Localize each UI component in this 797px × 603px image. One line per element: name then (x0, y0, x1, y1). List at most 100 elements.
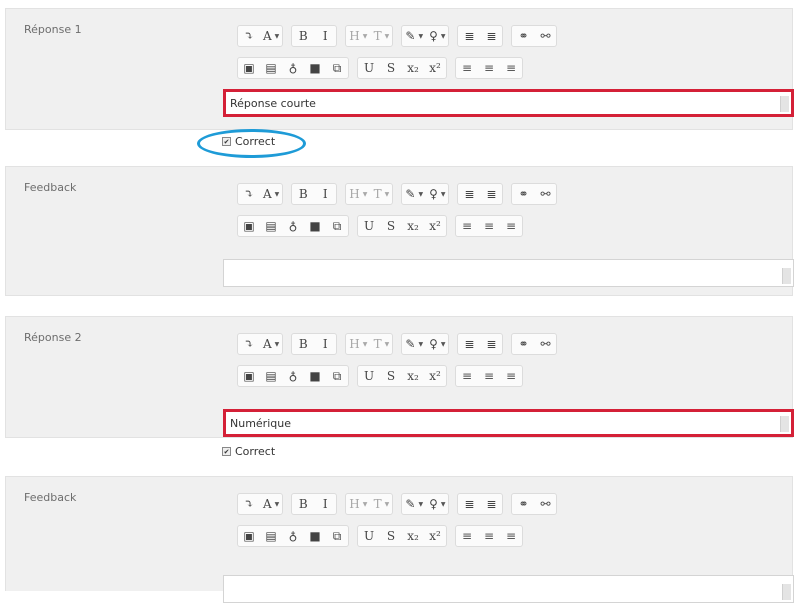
unlink-icon[interactable]: ⚯ (534, 334, 556, 354)
text-style-icon[interactable]: T ▼ (370, 494, 392, 514)
align-right-icon[interactable]: ≡ (500, 366, 522, 386)
heading-icon[interactable]: H ▼ (346, 494, 370, 514)
link-icon[interactable]: ⚭ (512, 494, 534, 514)
text-color-icon[interactable]: ✎ ▼ (402, 494, 426, 514)
media-icon[interactable]: ▤ (260, 366, 282, 386)
align-center-icon[interactable]: ≡ (478, 216, 500, 236)
underline-button[interactable]: U (358, 526, 380, 546)
background-color-icon[interactable]: ♀ ▼ (426, 494, 448, 514)
feedback2-content[interactable] (223, 575, 794, 603)
video-icon[interactable]: ■ (304, 216, 326, 236)
superscript-button[interactable]: x² (424, 366, 446, 386)
link-icon[interactable]: ⚭ (512, 334, 534, 354)
image-icon[interactable]: ▣ (238, 58, 260, 78)
resize-handle[interactable] (782, 584, 791, 600)
checkbox-icon[interactable]: ✔ (222, 447, 231, 456)
microphone-icon[interactable]: ♁ (282, 366, 304, 386)
heading-icon[interactable]: H ▼ (346, 26, 370, 46)
manage-files-icon[interactable]: ⧉ (326, 366, 348, 386)
text-style-icon[interactable]: T ▼ (370, 26, 392, 46)
bold-button[interactable]: B (292, 334, 314, 354)
microphone-icon[interactable]: ♁ (282, 526, 304, 546)
underline-button[interactable]: U (358, 216, 380, 236)
resize-handle[interactable] (780, 96, 789, 112)
video-icon[interactable]: ■ (304, 526, 326, 546)
align-center-icon[interactable]: ≡ (478, 366, 500, 386)
link-icon[interactable]: ⚭ (512, 184, 534, 204)
align-left-icon[interactable]: ≡ (456, 58, 478, 78)
manage-files-icon[interactable]: ⧉ (326, 216, 348, 236)
unlink-icon[interactable]: ⚯ (534, 184, 556, 204)
text-color-icon[interactable]: ✎ ▼ (402, 26, 426, 46)
media-icon[interactable]: ▤ (260, 58, 282, 78)
numbered-list-icon[interactable]: ≣ (480, 26, 502, 46)
reponse1-content[interactable]: Réponse courte (223, 89, 794, 117)
video-icon[interactable]: ■ (304, 58, 326, 78)
insert-icon[interactable]: ⤵ (238, 494, 260, 514)
unlink-icon[interactable]: ⚯ (534, 26, 556, 46)
bullet-list-icon[interactable]: ≣ (458, 494, 480, 514)
heading-icon[interactable]: H ▼ (346, 334, 370, 354)
bullet-list-icon[interactable]: ≣ (458, 184, 480, 204)
text-style-icon[interactable]: T ▼ (370, 334, 392, 354)
superscript-button[interactable]: x² (424, 216, 446, 236)
link-icon[interactable]: ⚭ (512, 26, 534, 46)
bold-button[interactable]: B (292, 184, 314, 204)
image-icon[interactable]: ▣ (238, 216, 260, 236)
align-left-icon[interactable]: ≡ (456, 366, 478, 386)
background-color-icon[interactable]: ♀ ▼ (426, 334, 448, 354)
strikethrough-button[interactable]: S (380, 366, 402, 386)
strikethrough-button[interactable]: S (380, 58, 402, 78)
italic-button[interactable]: I (314, 26, 336, 46)
align-right-icon[interactable]: ≡ (500, 58, 522, 78)
insert-icon[interactable]: ⤵ (238, 184, 260, 204)
microphone-icon[interactable]: ♁ (282, 216, 304, 236)
numbered-list-icon[interactable]: ≣ (480, 184, 502, 204)
italic-button[interactable]: I (314, 494, 336, 514)
bullet-list-icon[interactable]: ≣ (458, 26, 480, 46)
microphone-icon[interactable]: ♁ (282, 58, 304, 78)
resize-handle[interactable] (780, 416, 789, 432)
subscript-button[interactable]: x₂ (402, 58, 424, 78)
insert-icon[interactable]: ⤵ (238, 26, 260, 46)
subscript-button[interactable]: x₂ (402, 526, 424, 546)
font-size-icon[interactable]: A ▼ (260, 334, 282, 354)
align-right-icon[interactable]: ≡ (500, 526, 522, 546)
bold-button[interactable]: B (292, 26, 314, 46)
underline-button[interactable]: U (358, 58, 380, 78)
superscript-button[interactable]: x² (424, 58, 446, 78)
media-icon[interactable]: ▤ (260, 526, 282, 546)
resize-handle[interactable] (782, 268, 791, 284)
bold-button[interactable]: B (292, 494, 314, 514)
numbered-list-icon[interactable]: ≣ (480, 334, 502, 354)
underline-button[interactable]: U (358, 366, 380, 386)
italic-button[interactable]: I (314, 184, 336, 204)
feedback1-content[interactable] (223, 259, 794, 287)
align-center-icon[interactable]: ≡ (478, 58, 500, 78)
background-color-icon[interactable]: ♀ ▼ (426, 26, 448, 46)
strikethrough-button[interactable]: S (380, 216, 402, 236)
text-color-icon[interactable]: ✎ ▼ (402, 334, 426, 354)
manage-files-icon[interactable]: ⧉ (326, 526, 348, 546)
correct-checkbox-2[interactable]: ✔ Correct (222, 445, 275, 458)
media-icon[interactable]: ▤ (260, 216, 282, 236)
numbered-list-icon[interactable]: ≣ (480, 494, 502, 514)
reponse2-content[interactable]: Numérique (223, 409, 794, 437)
font-size-icon[interactable]: A ▼ (260, 494, 282, 514)
align-center-icon[interactable]: ≡ (478, 526, 500, 546)
align-right-icon[interactable]: ≡ (500, 216, 522, 236)
font-size-icon[interactable]: A ▼ (260, 26, 282, 46)
unlink-icon[interactable]: ⚯ (534, 494, 556, 514)
text-color-icon[interactable]: ✎ ▼ (402, 184, 426, 204)
text-style-icon[interactable]: T ▼ (370, 184, 392, 204)
image-icon[interactable]: ▣ (238, 526, 260, 546)
superscript-button[interactable]: x² (424, 526, 446, 546)
image-icon[interactable]: ▣ (238, 366, 260, 386)
italic-button[interactable]: I (314, 334, 336, 354)
background-color-icon[interactable]: ♀ ▼ (426, 184, 448, 204)
manage-files-icon[interactable]: ⧉ (326, 58, 348, 78)
heading-icon[interactable]: H ▼ (346, 184, 370, 204)
align-left-icon[interactable]: ≡ (456, 526, 478, 546)
subscript-button[interactable]: x₂ (402, 366, 424, 386)
subscript-button[interactable]: x₂ (402, 216, 424, 236)
